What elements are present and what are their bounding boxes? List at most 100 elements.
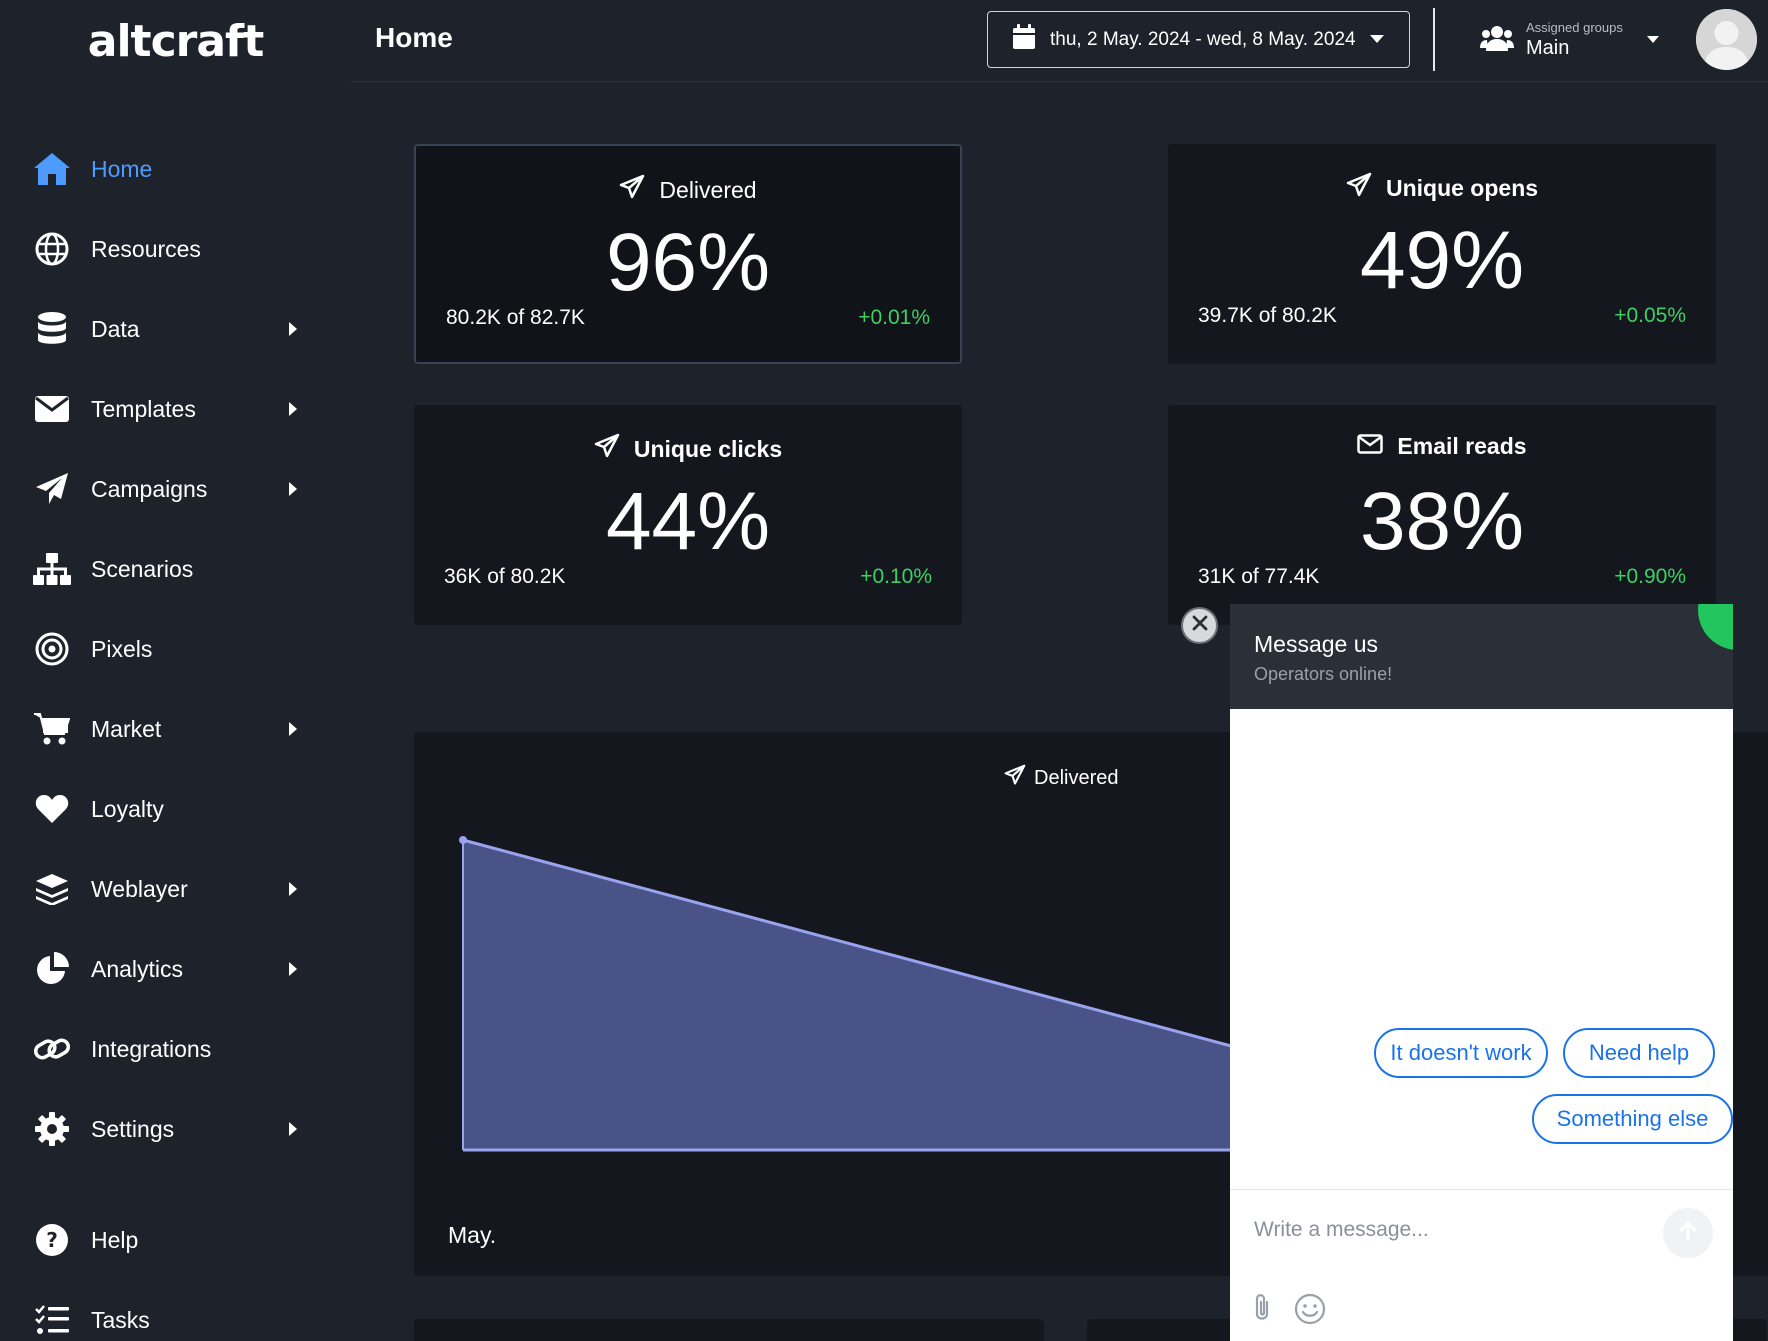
database-icon <box>32 309 72 349</box>
stat-card-unique-clicks[interactable]: Unique clicks 44% 36K of 80.2K +0.10% <box>414 405 962 625</box>
chat-close-button[interactable] <box>1181 607 1218 644</box>
chart-point <box>459 836 467 844</box>
quick-reply-something-else[interactable]: Something else <box>1532 1094 1733 1144</box>
paper-plane-icon <box>1346 172 1372 204</box>
users-icon <box>1480 24 1514 57</box>
stat-delta: +0.90% <box>1614 565 1686 588</box>
layers-icon <box>32 869 72 909</box>
assigned-groups-selector[interactable]: Assigned groups Main <box>1480 12 1660 68</box>
stat-delta: +0.10% <box>860 565 932 588</box>
sidebar-item-label: Tasks <box>91 1306 150 1333</box>
sidebar-item-label: Weblayer <box>91 875 188 902</box>
user-avatar[interactable] <box>1696 9 1757 70</box>
date-range-text: thu, 2 May. 2024 - wed, 8 May. 2024 <box>1050 28 1356 50</box>
sidebar-item-data[interactable]: Data <box>0 299 351 359</box>
sidebar-item-settings[interactable]: Settings <box>0 1099 351 1159</box>
stat-value: 44% <box>605 476 771 567</box>
stat-title: Email reads <box>1397 433 1527 459</box>
stat-title: Unique clicks <box>633 435 783 462</box>
sidebar-item-label: Campaigns <box>91 475 208 502</box>
sidebar-item-label: Integrations <box>91 1035 212 1062</box>
sidebar-item-tasks[interactable]: Tasks <box>0 1290 351 1341</box>
sidebar-item-market[interactable]: Market <box>0 699 351 759</box>
sidebar-item-pixels[interactable]: Pixels <box>0 619 351 679</box>
sidebar-item-label: Scenarios <box>91 555 194 582</box>
bottom-card-left <box>414 1319 1044 1341</box>
stat-count: 39.7K of 80.2K <box>1198 304 1337 327</box>
sidebar-item-label: Analytics <box>91 955 184 982</box>
chat-header: Message us Operators online! <box>1230 604 1733 709</box>
tasks-icon <box>32 1300 72 1340</box>
chat-input-area <box>1230 1189 1733 1341</box>
caret-right-icon <box>288 1121 298 1142</box>
header-divider <box>1433 8 1435 71</box>
stat-count: 31K of 77.4K <box>1198 565 1320 588</box>
envelope-icon <box>32 389 72 429</box>
sidebar-item-label: Help <box>91 1226 139 1253</box>
chart-x-tick-label: May. <box>448 1222 497 1248</box>
sidebar-item-label: Data <box>91 315 140 342</box>
date-range-picker[interactable]: thu, 2 May. 2024 - wed, 8 May. 2024 <box>987 11 1410 68</box>
stat-value: 49% <box>1359 215 1525 306</box>
stat-card-email-reads[interactable]: Email reads 38% 31K of 77.4K +0.90% <box>1168 405 1716 625</box>
logo-area[interactable]: altcraft <box>0 0 351 82</box>
paper-plane-icon <box>594 433 620 465</box>
sidebar-item-analytics[interactable]: Analytics <box>0 939 351 999</box>
caret-right-icon <box>288 481 298 502</box>
close-icon <box>1192 615 1208 636</box>
calendar-icon <box>1012 24 1036 55</box>
emoji-icon[interactable] <box>1294 1293 1326 1330</box>
sidebar-item-templates[interactable]: Templates <box>0 379 351 439</box>
sidebar-item-loyalty[interactable]: Loyalty <box>0 779 351 839</box>
sidebar-item-integrations[interactable]: Integrations <box>0 1019 351 1079</box>
caret-right-icon <box>288 401 298 422</box>
paper-plane-icon <box>619 174 645 206</box>
sidebar-item-label: Pixels <box>91 635 153 662</box>
stat-card-delivered[interactable]: Delivered 96% 80.2K of 82.7K +0.01% <box>414 144 962 364</box>
sidebar-item-weblayer[interactable]: Weblayer <box>0 859 351 919</box>
caret-right-icon <box>288 321 298 342</box>
stat-value: 38% <box>1359 476 1525 567</box>
sidebar-item-label: Loyalty <box>91 795 164 822</box>
chat-title: Message us <box>1254 631 1379 657</box>
sidebar-item-help[interactable]: ? Help <box>0 1210 351 1270</box>
stat-value: 96% <box>605 217 771 308</box>
online-status-indicator <box>1698 604 1733 650</box>
sitemap-icon <box>32 549 72 589</box>
pie-chart-icon <box>32 949 72 989</box>
sidebar-item-label: Templates <box>91 395 196 422</box>
stat-title: Unique opens <box>1385 174 1539 201</box>
stat-count: 36K of 80.2K <box>444 565 566 588</box>
envelope-icon <box>1357 433 1384 460</box>
quick-reply-it-doesnt-work[interactable]: It doesn't work <box>1374 1028 1548 1078</box>
sidebar-item-resources[interactable]: Resources <box>0 219 351 279</box>
groups-value: Main <box>1526 37 1570 59</box>
logo[interactable]: altcraft <box>88 16 264 67</box>
caret-down-icon <box>1646 31 1660 49</box>
quick-reply-need-help[interactable]: Need help <box>1563 1028 1715 1078</box>
top-header: altcraft Home thu, 2 May. 2024 - wed, 8 … <box>0 0 1768 82</box>
send-message-button[interactable] <box>1663 1208 1713 1258</box>
chat-message-input[interactable] <box>1254 1214 1654 1246</box>
svg-text:?: ? <box>46 1228 58 1252</box>
stat-card-unique-opens[interactable]: Unique opens 49% 39.7K of 80.2K +0.05% <box>1168 144 1716 364</box>
arrow-up-icon <box>1679 1220 1697 1247</box>
caret-right-icon <box>288 721 298 742</box>
stat-delta: +0.01% <box>858 306 930 329</box>
paperclip-icon[interactable] <box>1252 1293 1274 1328</box>
caret-down-icon <box>1369 31 1385 49</box>
sidebar-item-campaigns[interactable]: Campaigns <box>0 459 351 519</box>
sidebar: Home Resources Data Templates Campaigns … <box>0 83 351 1341</box>
cart-icon <box>32 709 72 749</box>
groups-caption: Assigned groups <box>1526 20 1623 35</box>
globe-icon <box>32 229 72 269</box>
chat-widget: Message us Operators online! It doesn't … <box>1230 604 1733 1341</box>
question-circle-icon: ? <box>32 1220 72 1260</box>
caret-right-icon <box>288 961 298 982</box>
sidebar-item-scenarios[interactable]: Scenarios <box>0 539 351 599</box>
sidebar-item-home[interactable]: Home <box>0 139 351 199</box>
page-title: Home <box>375 22 453 53</box>
sidebar-item-label: Resources <box>91 235 201 262</box>
home-icon <box>32 149 72 189</box>
sidebar-item-label: Market <box>91 715 162 742</box>
